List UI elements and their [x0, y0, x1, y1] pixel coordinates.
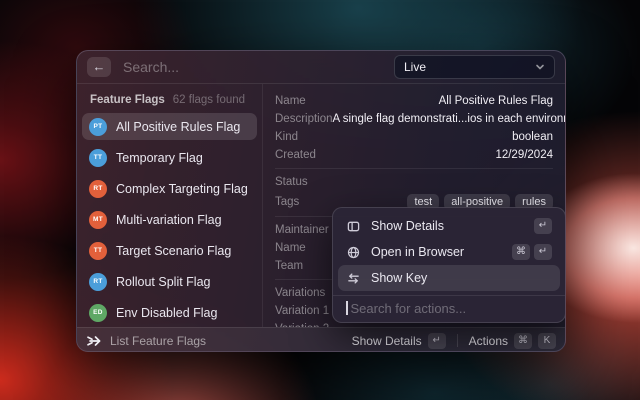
back-button[interactable]: ← — [87, 57, 111, 77]
result-count: 62 flags found — [172, 94, 246, 106]
globe-icon — [346, 246, 361, 259]
search-bar: ← Search... Live — [77, 51, 565, 84]
return-key-badge: ↵ — [534, 244, 552, 260]
divider — [456, 334, 458, 347]
k-key-badge: K — [538, 332, 556, 349]
flag-type-icon: MT — [89, 210, 107, 229]
actions-search-input: Search for actions... — [350, 300, 467, 316]
actions-search[interactable]: Search for actions... — [338, 299, 560, 317]
status-bar: List Feature Flags Show Details ↵ Action… — [77, 327, 565, 351]
section-title: Feature Flags — [90, 94, 165, 106]
command-name: List Feature Flags — [110, 333, 207, 348]
flag-type-icon: ED — [89, 303, 107, 322]
list-item[interactable]: TT Temporary Flag — [82, 144, 257, 171]
flag-type-icon: PT — [89, 117, 107, 136]
list-item-label: Env Disabled Flag — [116, 305, 218, 320]
environment-dropdown[interactable]: Live — [394, 55, 555, 79]
menu-item-show-details[interactable]: Show Details ↵ — [338, 213, 560, 239]
list-item-label: Target Scenario Flag — [116, 243, 232, 258]
launch-arrow-icon — [86, 333, 102, 349]
dropdown-value: Live — [404, 60, 427, 74]
list-item-label: Multi-variation Flag — [116, 212, 222, 227]
chevron-down-icon — [535, 62, 545, 72]
flag-type-icon: TT — [89, 241, 107, 260]
flag-list-panel: Feature Flags 62 flags found PT All Posit… — [77, 84, 263, 327]
return-key-badge: ↵ — [427, 332, 446, 349]
list-item-label: Temporary Flag — [116, 150, 203, 165]
list-item[interactable]: RT Rollout Split Flag — [82, 268, 257, 295]
cmd-key-badge: ⌘ — [514, 332, 532, 349]
list-item-label: All Positive Rules Flag — [116, 119, 241, 134]
list-item[interactable]: PT All Positive Rules Flag — [82, 113, 257, 140]
actions-button[interactable]: Actions — [469, 334, 508, 348]
primary-action-button[interactable]: Show Details — [352, 334, 422, 348]
list-item[interactable]: ED Env Disabled Flag — [82, 299, 257, 326]
flag-type-icon: TT — [89, 148, 107, 167]
text-cursor — [346, 301, 348, 315]
list-section-header: Feature Flags 62 flags found — [77, 90, 262, 113]
swap-arrows-icon — [346, 272, 361, 285]
flag-list: PT All Positive Rules Flag TT Temporary Fla… — [77, 113, 262, 326]
launcher-window: ← Search... Live Feature Flags 62 flags … — [76, 50, 566, 352]
list-item-label: Rollout Split Flag — [116, 274, 211, 289]
flag-type-icon: RT — [89, 272, 107, 291]
actions-menu: Show Details ↵ Open in Browser ⌘ ↵ Show … — [332, 207, 565, 323]
cmd-key-badge: ⌘ — [512, 244, 530, 260]
detail-row-kind: Kind boolean — [275, 131, 553, 143]
detail-row-created: Created 12/29/2024 — [275, 149, 553, 161]
list-item-label: Complex Targeting Flag — [116, 181, 248, 196]
desktop-wallpaper: ← Search... Live Feature Flags 62 flags … — [0, 0, 640, 400]
divider — [275, 168, 553, 169]
flag-type-icon: RT — [89, 179, 107, 198]
menu-item-open-in-browser[interactable]: Open in Browser ⌘ ↵ — [338, 239, 560, 265]
list-item[interactable]: MT Multi-variation Flag — [82, 206, 257, 233]
search-input[interactable]: Search... — [123, 59, 394, 75]
divider — [333, 295, 565, 296]
list-item[interactable]: TT Target Scenario Flag — [82, 237, 257, 264]
sidebar-icon — [346, 220, 361, 233]
list-item[interactable]: RT Complex Targeting Flag — [82, 175, 257, 202]
detail-row-description: Description A single flag demonstrati...… — [275, 113, 565, 125]
menu-item-show-key[interactable]: Show Key — [338, 265, 560, 291]
return-key-badge: ↵ — [534, 218, 552, 234]
detail-row-name: Name All Positive Rules Flag — [275, 95, 553, 107]
detail-row-status: Status — [275, 176, 308, 188]
